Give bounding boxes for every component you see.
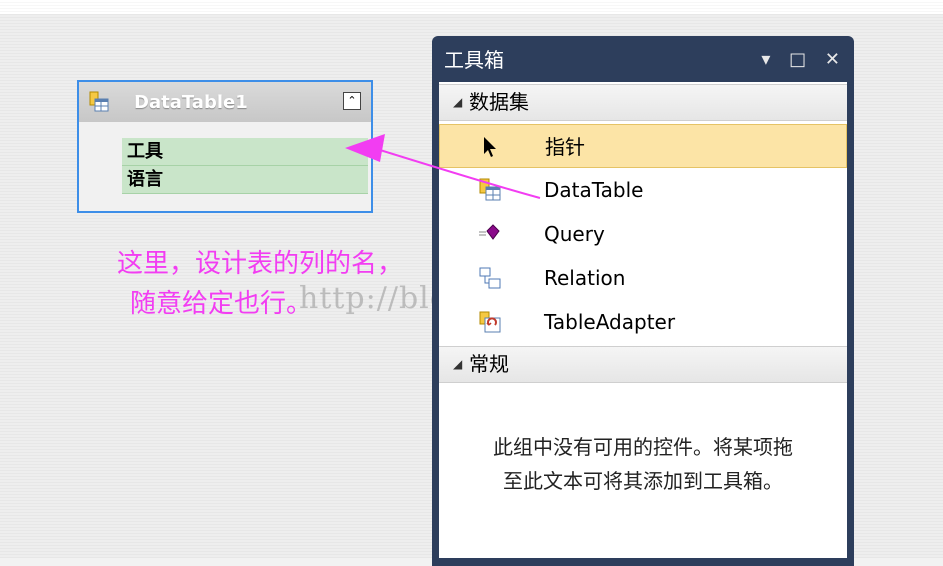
collapse-button[interactable]: ⌃	[343, 92, 361, 110]
expand-triangle-icon: ◢	[453, 357, 463, 371]
category-header-dataset[interactable]: ◢ 数据集	[439, 84, 847, 121]
datatable-column-row[interactable]: 语言	[122, 166, 368, 194]
toolbox-titlebar[interactable]: 工具箱 ▾ □ ✕	[432, 40, 854, 80]
annotation-line-2: 随意给定也行。	[130, 289, 313, 319]
column-name: 语言	[127, 169, 163, 190]
datatable-icon	[89, 91, 109, 112]
datatable-column-row[interactable]: 工具	[122, 138, 368, 166]
category-label: 常规	[469, 352, 509, 376]
tableadapter-icon	[479, 311, 501, 333]
datatable-title: DataTable1	[134, 92, 248, 113]
toolbox-item-label: TableAdapter	[544, 310, 676, 334]
close-icon[interactable]: ✕	[825, 49, 840, 70]
toolbox-item-tableadapter[interactable]: TableAdapter	[439, 300, 847, 344]
toolbox-item-label: Query	[544, 222, 605, 246]
collapse-icon: ⌃	[347, 94, 357, 107]
category-label: 数据集	[469, 90, 529, 114]
toolbox-item-label: DataTable	[544, 178, 644, 202]
toolbox-item-query[interactable]: Query	[439, 212, 847, 256]
datatable-header[interactable]: DataTable1 ⌃	[79, 82, 371, 122]
datatable-icon	[479, 178, 501, 201]
empty-group-message: 此组中没有可用的控件。将某项拖 至此文本可将其添加到工具箱。	[439, 430, 847, 498]
datatable-designer[interactable]: DataTable1 ⌃ 工具 语言	[77, 80, 373, 213]
toolbox-item-label: Relation	[544, 266, 626, 290]
toolbox-item-datatable[interactable]: DataTable	[439, 168, 847, 212]
toolbox-item-label: 指针	[545, 135, 585, 159]
toolbox-item-pointer[interactable]: 指针	[439, 124, 847, 168]
maximize-icon[interactable]: □	[789, 49, 806, 70]
expand-triangle-icon: ◢	[453, 95, 463, 109]
category-header-general[interactable]: ◢ 常规	[439, 346, 847, 383]
relation-icon	[479, 267, 501, 289]
query-icon	[479, 224, 500, 240]
toolbox-item-relation[interactable]: Relation	[439, 256, 847, 300]
column-name: 工具	[127, 141, 163, 162]
empty-message-line: 至此文本可将其添加到工具箱。	[503, 469, 783, 493]
annotation-line-1: 这里，设计表的列的名，	[117, 249, 404, 279]
empty-message-line: 此组中没有可用的控件。将某项拖	[493, 435, 793, 459]
pointer-icon	[484, 137, 496, 157]
toolbox-title: 工具箱	[444, 48, 504, 72]
dropdown-icon[interactable]: ▾	[761, 49, 770, 70]
toolbox-body: ◢ 数据集 指针 DataTable Query Relation TableA…	[439, 82, 847, 558]
